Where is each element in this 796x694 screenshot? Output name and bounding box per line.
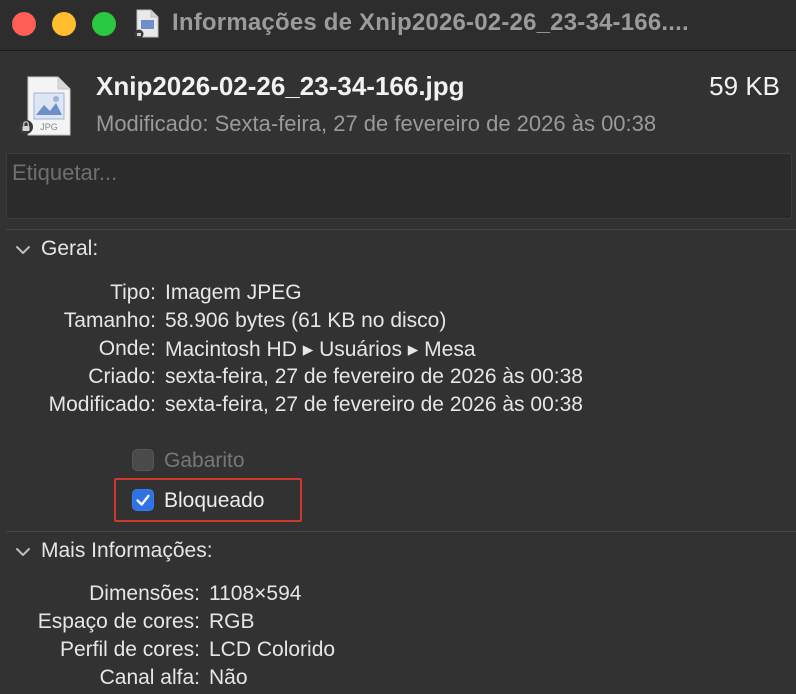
info-key: Modificado: (48, 393, 156, 416)
stationery-checkbox[interactable] (132, 449, 154, 471)
info-key: Espaço de cores: (37, 610, 200, 633)
info-value: sexta-feira, 27 de fevereiro de 2026 às … (165, 393, 583, 416)
window-title: Informações de Xnip2026-02-26_23-34-166.… (172, 9, 689, 36)
divider (6, 229, 796, 230)
general-section-toggle[interactable]: Geral: (14, 237, 214, 265)
info-row-created: Criado: sexta-feira, 27 de fevereiro de … (0, 365, 796, 391)
close-button[interactable] (12, 12, 36, 36)
general-section-title: Geral: (41, 237, 99, 260)
info-value: Não (209, 666, 248, 689)
locked-highlight (114, 478, 302, 522)
info-value: 1108×594 (209, 582, 302, 605)
tags-placeholder: Etiquetar... (12, 160, 118, 185)
divider (6, 531, 796, 532)
info-value: RGB (209, 610, 255, 633)
jpg-file-icon: JPG (19, 76, 71, 136)
modified-summary: Modificado: Sexta-feira, 27 de fevereiro… (96, 111, 657, 136)
info-row-alpha-channel: Canal alfa: Não (0, 666, 796, 692)
info-key: Perfil de cores: (59, 638, 200, 661)
info-row-color-space: Espaço de cores: RGB (0, 610, 796, 636)
file-header: JPG Xnip2026-02-26_23-34-166.jpg 59 KB M… (0, 51, 796, 147)
chevron-down-icon (16, 246, 30, 254)
lock-icon (19, 120, 33, 134)
more-info-section-title: Mais Informações: (41, 539, 213, 562)
file-type-label: JPG (40, 122, 58, 132)
title-bar: Informações de Xnip2026-02-26_23-34-166.… (0, 0, 796, 51)
info-row-modified: Modificado: sexta-feira, 27 de fevereiro… (0, 393, 796, 419)
file-size: 59 KB (709, 71, 780, 101)
info-key: Tamanho: (63, 309, 156, 332)
info-row-color-profile: Perfil de cores: LCD Colorido (0, 638, 796, 664)
tags-input[interactable]: Etiquetar... (6, 153, 792, 219)
info-key: Dimensões: (89, 582, 200, 605)
info-value: 58.906 bytes (61 KB no disco) (165, 309, 447, 332)
info-key: Onde: (98, 337, 156, 360)
more-info-section-toggle[interactable]: Mais Informações: (14, 539, 274, 567)
chevron-down-icon (16, 548, 30, 556)
stationery-label: Gabarito (164, 449, 245, 472)
info-value: Macintosh HD ▸ Usuários ▸ Mesa (165, 338, 476, 361)
info-row-dimensions: Dimensões: 1108×594 (0, 582, 796, 608)
info-row-where: Onde: Macintosh HD ▸ Usuários ▸ Mesa (0, 337, 796, 363)
document-icon (134, 9, 159, 39)
info-key: Canal alfa: (99, 666, 200, 689)
info-value: sexta-feira, 27 de fevereiro de 2026 às … (165, 365, 583, 388)
info-row-type: Tipo: Imagem JPEG (0, 281, 796, 307)
info-row-size: Tamanho: 58.906 bytes (61 KB no disco) (0, 309, 796, 335)
zoom-button[interactable] (92, 12, 116, 36)
minimize-button[interactable] (52, 12, 76, 36)
file-name: Xnip2026-02-26_23-34-166.jpg (96, 71, 465, 101)
info-key: Criado: (88, 365, 156, 388)
info-value: LCD Colorido (209, 638, 336, 661)
info-value: Imagem JPEG (165, 281, 302, 304)
info-key: Tipo: (110, 281, 156, 304)
